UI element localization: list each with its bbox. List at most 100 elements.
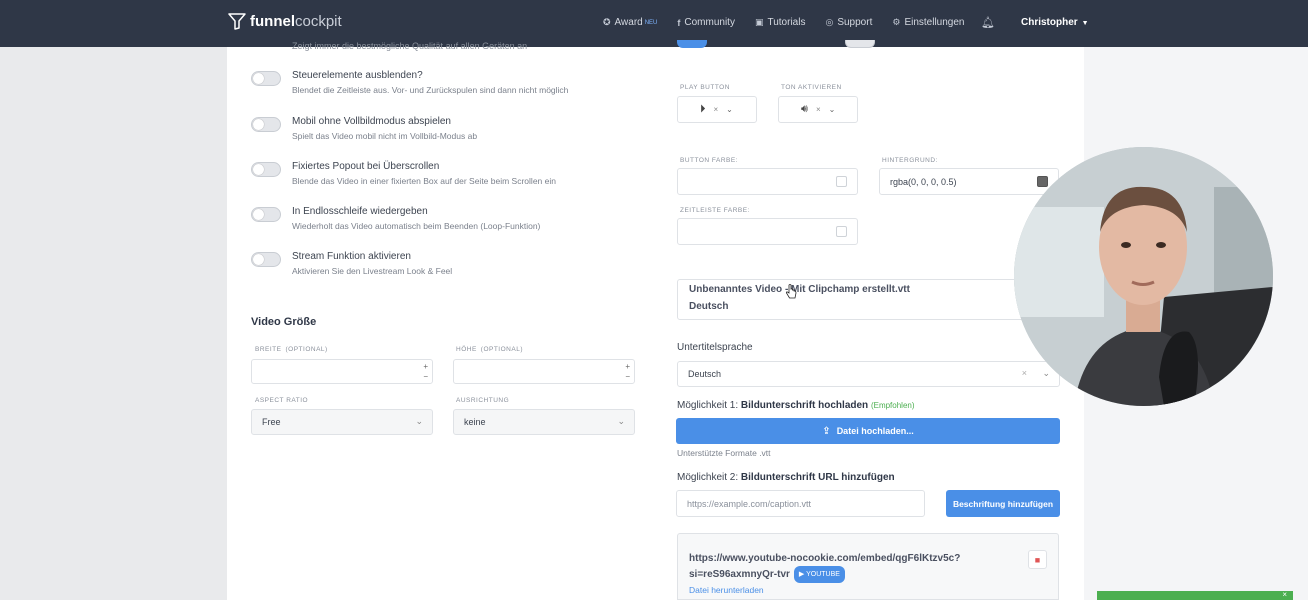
main-nav: ✪ Award NEU f Community ▣ Tutorials ◎ Sup… [603, 17, 984, 28]
button-color-input[interactable] [677, 168, 858, 195]
toggle-title: Steuerelemente ausblenden? [292, 70, 423, 81]
subtitle-file-language: Deutsch [689, 301, 729, 312]
video-size-title: Video Größe [251, 316, 317, 328]
background-label: HINTERGRUND: [882, 157, 938, 164]
subtitle-file-name: Unbenanntes Video - Mit Clipchamp erstel… [689, 284, 910, 295]
nav-tutorials[interactable]: ▣ Tutorials [755, 17, 806, 28]
nav-settings-label: Einstellungen [904, 17, 965, 28]
toggle-title: Fixiertes Popout bei Überscrollen [292, 161, 440, 172]
upload-file-button[interactable]: ⇪ Datei hochladen... [676, 418, 1060, 444]
stream-toggle[interactable] [251, 252, 281, 267]
nav-support-label: Support [837, 17, 873, 28]
new-badge: NEU [644, 19, 658, 26]
play-circle-icon: ⏵︎ [700, 103, 706, 115]
nav-award-label: Award [614, 17, 643, 28]
toggle-title: Mobil ohne Vollbildmodus abspielen [292, 116, 451, 127]
facebook-icon: f [677, 17, 681, 28]
brand-name-light: cockpit [295, 12, 342, 30]
play-button-select[interactable]: ⏵︎ × ⌄ [677, 96, 757, 123]
width-label: BREITE (OPTIONAL) [255, 346, 328, 353]
alignment-select[interactable]: keine ⌄ [453, 409, 635, 435]
caret-down-icon: ▼ [1081, 20, 1089, 27]
timeline-color-label: ZEITLEISTE FARBE: [680, 207, 750, 214]
toggle-description: Blendet die Zeitleiste aus. Vor- und Zur… [292, 85, 569, 95]
clear-icon[interactable]: × [1022, 368, 1027, 378]
upload-button-label: Datei hochladen... [836, 426, 914, 436]
toggle-description: Blende das Video in einer fixierten Box … [292, 176, 556, 186]
award-icon: ✪ [603, 17, 611, 27]
editor-panel [227, 47, 1084, 600]
height-stepper[interactable]: + − [625, 362, 630, 382]
chevron-down-icon: ⌄ [415, 416, 423, 426]
toggle-title: In Endlosschleife wiedergeben [292, 206, 428, 217]
trash-icon[interactable]: ■ [1028, 550, 1047, 569]
user-name: Christopher [1021, 17, 1078, 28]
alignment-label: AUSRICHTUNG [456, 397, 510, 404]
subtitle-language-label: Untertitelsprache [677, 342, 753, 353]
aspect-ratio-select[interactable]: Free ⌄ [251, 409, 433, 435]
sound-select[interactable]: 🔊︎ × ⌄ [778, 96, 858, 123]
nav-support[interactable]: ◎ Support [825, 17, 872, 28]
cut-off-toggle-on[interactable] [677, 40, 707, 48]
nav-tutorials-label: Tutorials [767, 17, 806, 28]
button-color-label: BUTTON FARBE: [680, 157, 739, 164]
nav-community-label: Community [684, 17, 735, 28]
background-color-value: rgba(0, 0, 0, 0.5) [890, 177, 957, 187]
aspect-ratio-value: Free [262, 417, 281, 427]
chevron-down-icon: ⌄ [726, 105, 733, 114]
subtitle-file-item[interactable]: Unbenanntes Video - Mit Clipchamp erstel… [677, 279, 1037, 320]
option1-heading: Möglichkeit 1: Bildunterschrift hochlade… [677, 400, 915, 411]
clear-icon[interactable]: × [816, 105, 821, 114]
video-icon: ▣ [754, 17, 764, 27]
chevron-down-icon: ⌄ [1042, 368, 1050, 378]
download-file-link[interactable]: Datei herunterladen [689, 585, 764, 595]
aspect-ratio-label: ASPECT RATIO [255, 397, 309, 404]
color-swatch[interactable] [836, 176, 847, 187]
cut-off-description: Zeigt immer die bestmögliche Qualität au… [292, 41, 528, 51]
add-caption-button[interactable]: Beschriftung hinzufügen [946, 490, 1060, 517]
video-url: https://www.youtube-nocookie.com/embed/q… [689, 551, 1019, 583]
toggle-description: Wiederholt das Video automatisch beim Be… [292, 221, 541, 231]
nav-settings[interactable]: ⚙ Einstellungen [892, 17, 964, 28]
height-input[interactable]: + − [453, 359, 635, 384]
success-toast: × [1097, 590, 1293, 600]
gear-icon: ⚙ [892, 17, 901, 27]
cut-off-toggle-off[interactable] [845, 40, 875, 48]
color-swatch[interactable] [836, 226, 847, 237]
height-label: HÖHE (OPTIONAL) [456, 346, 523, 353]
clear-icon[interactable]: × [714, 105, 719, 114]
caption-url-input[interactable]: https://example.com/caption.vtt [676, 490, 925, 517]
user-menu[interactable]: Christopher ▼ [1021, 17, 1089, 28]
upload-icon: ⇪ [822, 425, 831, 437]
fixed-popout-toggle[interactable] [251, 162, 281, 177]
hide-controls-toggle[interactable] [251, 71, 281, 86]
play-button-label: PLAY BUTTON [680, 84, 730, 91]
chevron-down-icon: ⌄ [617, 416, 625, 426]
timeline-color-input[interactable] [677, 218, 858, 245]
presenter-video-image [1014, 147, 1273, 406]
brand-name-bold: funnel [250, 12, 295, 30]
alignment-value: keine [464, 417, 486, 427]
nav-award[interactable]: ✪ Award NEU [603, 17, 657, 28]
color-swatch[interactable] [1037, 176, 1048, 187]
width-stepper[interactable]: + − [423, 362, 428, 382]
mobile-no-fullscreen-toggle[interactable] [251, 117, 281, 132]
brand-logo[interactable]: funnel cockpit [228, 12, 342, 30]
funnel-logo-icon [228, 13, 246, 30]
close-icon[interactable]: × [1282, 590, 1287, 599]
toggle-description: Aktivieren Sie den Livestream Look & Fee… [292, 266, 453, 276]
option2-heading: Möglichkeit 2: Bildunterschrift URL hinz… [677, 472, 895, 483]
subtitle-language-value: Deutsch [688, 369, 722, 379]
subtitle-language-select[interactable]: Deutsch × ⌄ [677, 361, 1060, 387]
video-source-card: https://www.youtube-nocookie.com/embed/q… [677, 533, 1059, 600]
nav-community[interactable]: f Community [677, 17, 735, 28]
youtube-badge: ▶ YOUTUBE [793, 566, 845, 583]
support-icon: ◎ [825, 17, 834, 27]
background-color-input[interactable]: rgba(0, 0, 0, 0.5) [879, 168, 1059, 195]
bell-icon[interactable]: 🔔︎ [981, 16, 995, 29]
toggle-description: Spielt das Video mobil nicht im Vollbild… [292, 131, 478, 141]
loop-toggle[interactable] [251, 207, 281, 222]
hand-cursor-icon [785, 284, 797, 299]
supported-formats-hint: Unterstützte Formate .vtt [677, 448, 771, 458]
width-input[interactable]: + − [251, 359, 433, 384]
